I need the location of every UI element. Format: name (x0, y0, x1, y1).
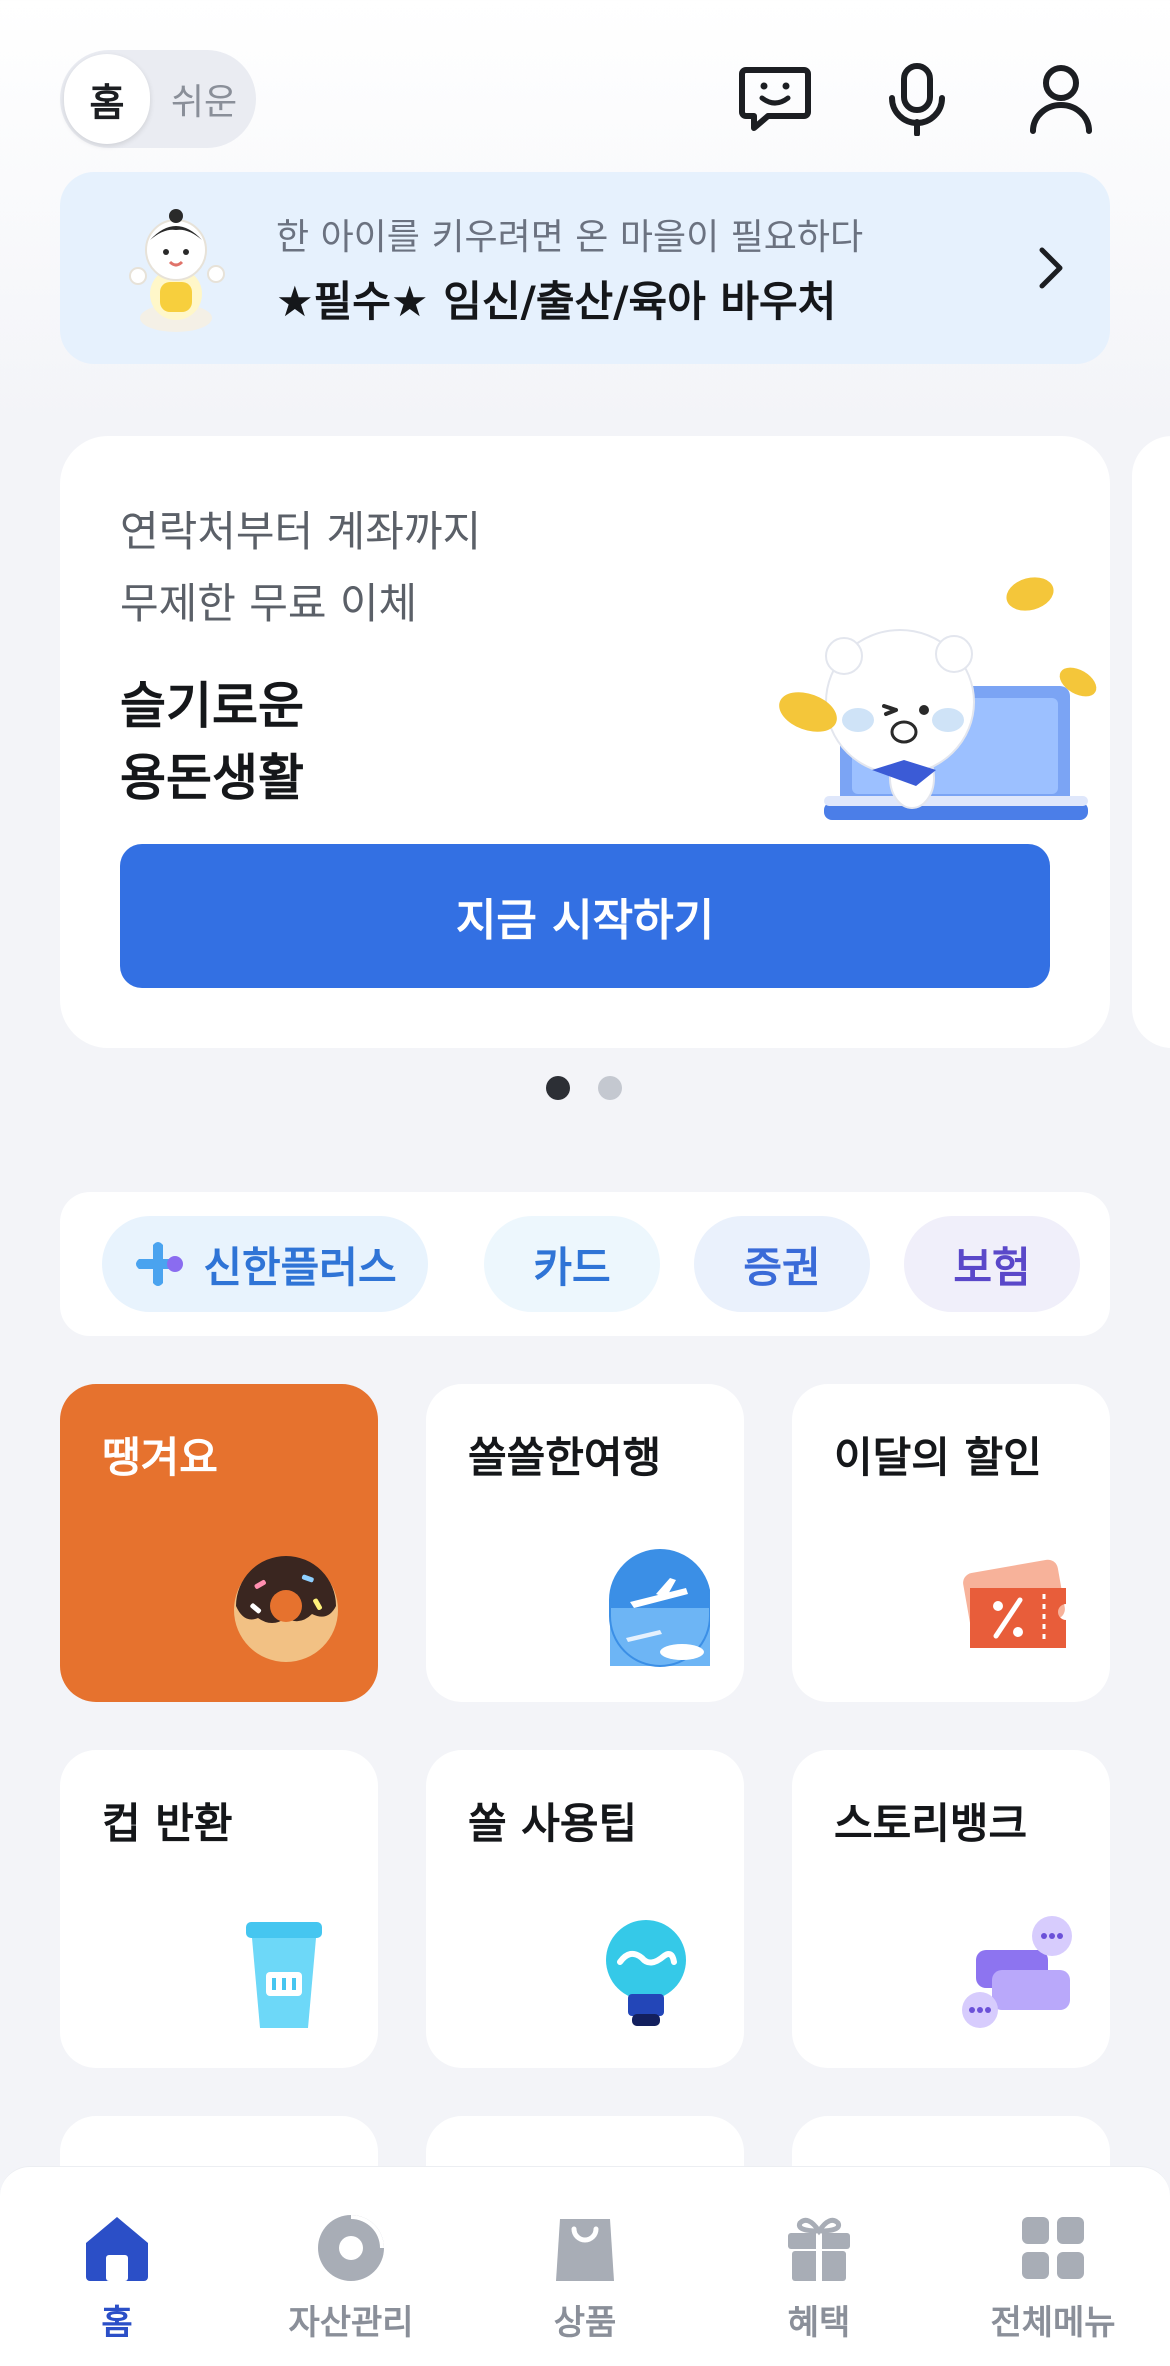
tile-monthly-discount[interactable]: 이달의 할인 (792, 1384, 1110, 1702)
page-dot[interactable] (598, 1076, 622, 1100)
nav-label: 혜택 (787, 2303, 851, 2343)
pie-chart-icon (318, 2215, 384, 2281)
promo-title: 슬기로운 용돈생활 (120, 670, 304, 814)
tile-label: 스토리뱅크 (834, 1799, 1028, 1848)
chip-card[interactable]: 카드 (484, 1216, 660, 1312)
mode-easy-option[interactable]: 쉬운 (156, 50, 252, 148)
nav-item-benefits[interactable]: 혜택 (702, 2191, 936, 2343)
carousel-pagination (0, 1076, 1170, 1100)
chip-insurance[interactable]: 보험 (904, 1216, 1080, 1312)
nav-item-asset-management[interactable]: 자산관리 (234, 2191, 468, 2343)
nav-label: 자산관리 (288, 2303, 414, 2343)
chatbot-icon[interactable] (732, 56, 818, 142)
grid-menu-icon (1022, 2217, 1084, 2279)
promo-subtitle: 연락처부터 계좌까지 무제한 무료 이체 (120, 496, 481, 640)
shopping-bag-icon (556, 2219, 614, 2281)
banner-title: ★필수★ 임신/출산/육아 바우처 (276, 277, 837, 326)
shinhan-plus-icon (136, 1242, 184, 1286)
tile-label: 땡겨요 (102, 1433, 218, 1482)
home-icon (86, 2217, 148, 2281)
chat-bubbles-icon (962, 1916, 1072, 2028)
next-promo-card[interactable] (1132, 436, 1170, 1048)
nav-label: 홈 (101, 2303, 133, 2343)
bottom-navigation: 홈 자산관리 상품 혜택 전체메뉴 (0, 2166, 1170, 2366)
promo-subtitle-line1: 연락처부터 계좌까지 (120, 507, 482, 556)
promo-title-line2: 용돈생활 (120, 749, 304, 807)
chevron-right-icon (1039, 247, 1063, 289)
page-dot-active[interactable] (546, 1076, 570, 1100)
microphone-icon[interactable] (874, 56, 960, 142)
bear-laptop-illustration (779, 577, 1097, 820)
tile-label: 이달의 할인 (834, 1433, 1042, 1482)
tile-label: 쏠 사용팁 (468, 1799, 638, 1848)
promo-title-line1: 슬기로운 (120, 677, 304, 735)
cup-icon (246, 1922, 322, 2028)
profile-icon[interactable] (1018, 56, 1104, 142)
tile-label: 쏠쏠한여행 (468, 1433, 662, 1482)
lightbulb-icon (606, 1920, 686, 2026)
nav-item-all-menu[interactable]: 전체메뉴 (936, 2191, 1170, 2343)
banner-subtitle: 한 아이를 키우려면 온 마을이 필요하다 (276, 217, 864, 258)
airplane-window-icon (609, 1549, 710, 1667)
chip-securities[interactable]: 증권 (694, 1216, 870, 1312)
affiliate-chips: 신한플러스 카드 증권 보험 (60, 1192, 1110, 1336)
promo-subtitle-line2: 무제한 무료 이체 (120, 579, 418, 628)
coupon-icon (963, 1559, 1066, 1648)
promo-card[interactable]: 연락처부터 계좌까지 무제한 무료 이체 슬기로운 용돈생활 지금 시작하기 (60, 436, 1110, 1048)
tile-label: 컵 반환 (102, 1799, 233, 1848)
mode-home-option[interactable]: 홈 (64, 54, 150, 144)
voucher-banner[interactable]: 한 아이를 키우려면 온 마을이 필요하다 ★필수★ 임신/출산/육아 바우처 (60, 172, 1110, 364)
mode-toggle[interactable]: 홈 쉬운 (60, 50, 256, 148)
gift-icon (788, 2217, 850, 2281)
tile-cup-return[interactable]: 컵 반환 (60, 1750, 378, 2068)
nav-item-products[interactable]: 상품 (468, 2191, 702, 2343)
nav-label: 전체메뉴 (990, 2303, 1116, 2343)
tile-travel[interactable]: 쏠쏠한여행 (426, 1384, 744, 1702)
nav-label: 상품 (553, 2303, 617, 2343)
donut-icon (234, 1556, 338, 1662)
baby-character-icon (129, 209, 225, 332)
tile-sol-tips[interactable]: 쏠 사용팁 (426, 1750, 744, 2068)
chip-label: 신한플러스 (203, 1242, 397, 1292)
nav-item-home[interactable]: 홈 (0, 2191, 234, 2343)
tile-story-bank[interactable]: 스토리뱅크 (792, 1750, 1110, 2068)
chip-shinhan-plus[interactable]: 신한플러스 (102, 1216, 428, 1312)
tile-ddangyo[interactable]: 땡겨요 (60, 1384, 378, 1702)
start-now-button[interactable]: 지금 시작하기 (120, 844, 1050, 988)
